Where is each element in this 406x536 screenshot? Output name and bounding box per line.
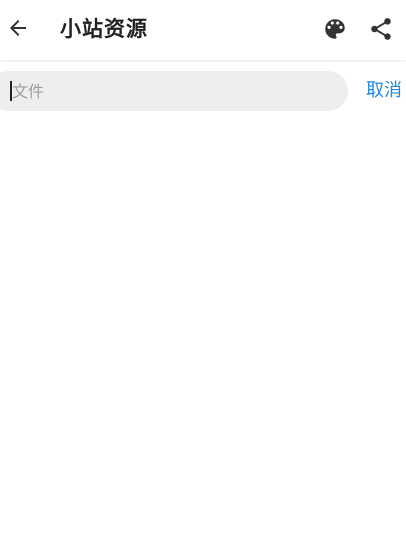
- back-button[interactable]: [4, 14, 32, 42]
- share-button[interactable]: [366, 14, 396, 44]
- page-title: 小站资源: [60, 17, 148, 41]
- palette-button[interactable]: [320, 14, 350, 44]
- screen: 小站资源 取消: [0, 0, 406, 536]
- arrow-left-icon: [10, 20, 26, 36]
- palette-icon: [325, 19, 345, 39]
- search-input[interactable]: [12, 76, 332, 106]
- cancel-button[interactable]: 取消: [366, 79, 402, 103]
- share-icon: [371, 18, 391, 40]
- app-bar: 小站资源: [0, 0, 406, 60]
